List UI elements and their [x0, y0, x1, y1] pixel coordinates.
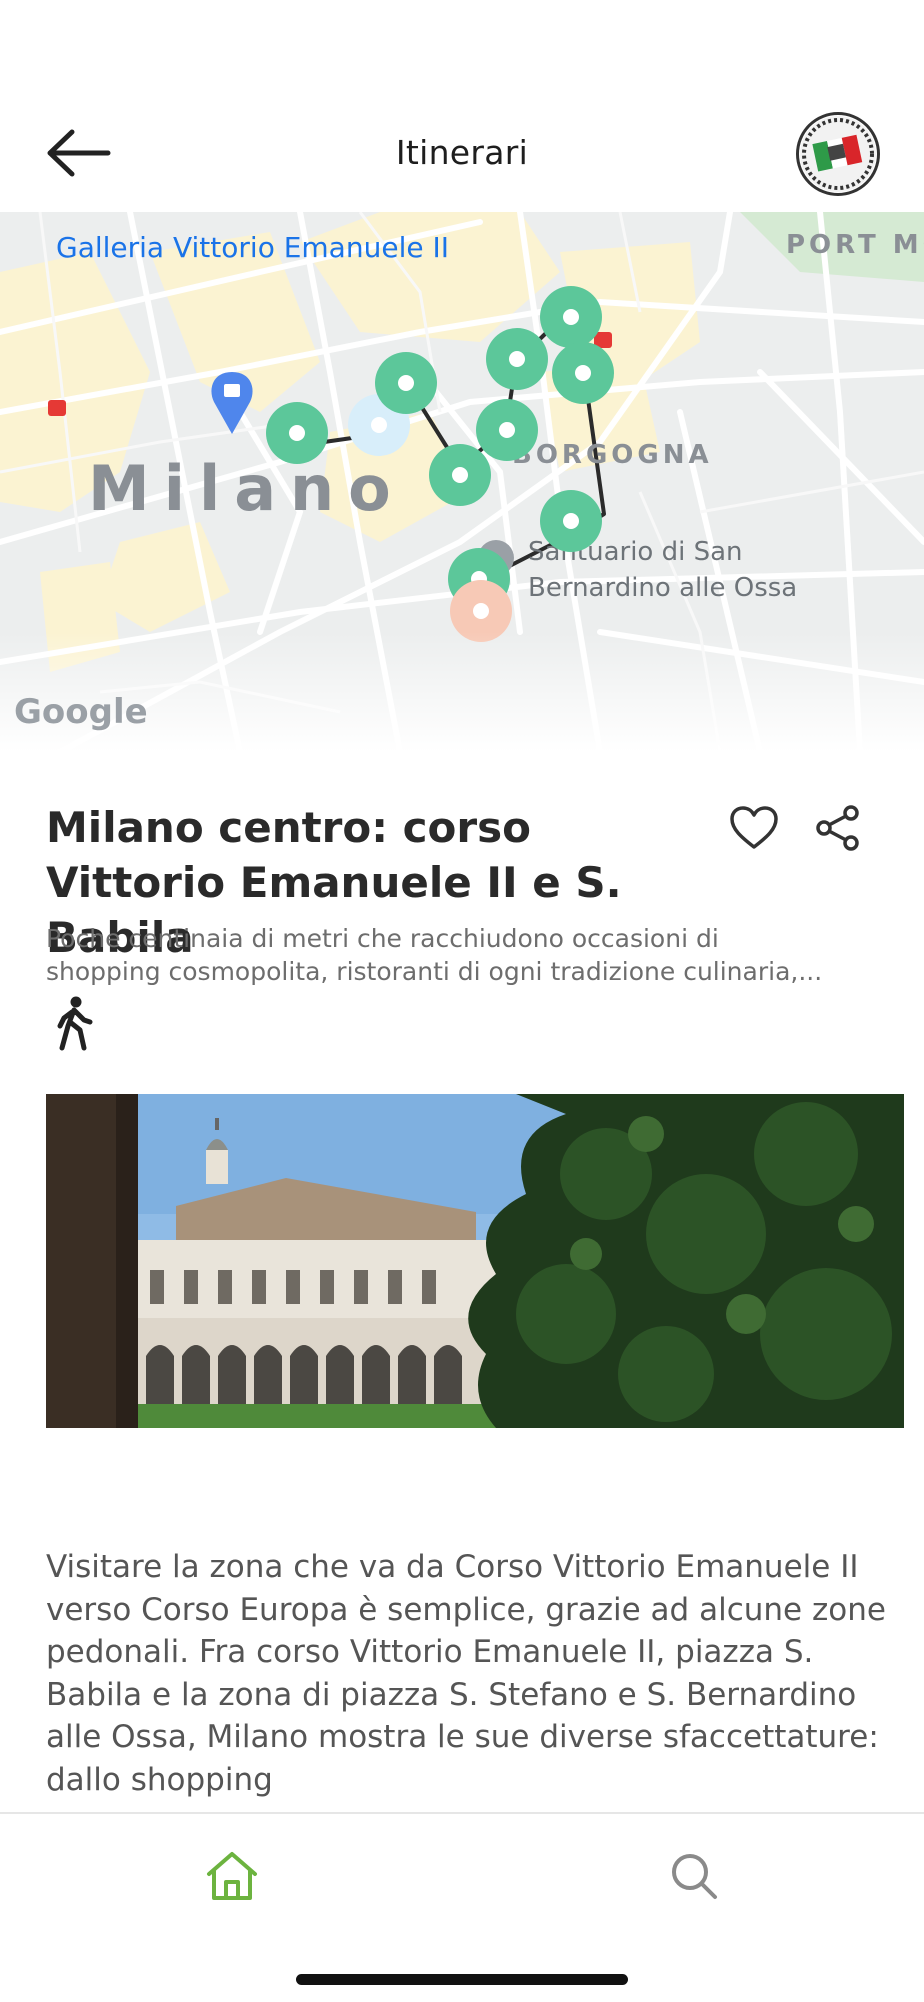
- route-stop-pin[interactable]: [266, 402, 328, 464]
- route-map[interactable]: Galleria Vittorio Emanuele II Milano BOR…: [0, 212, 924, 752]
- favorite-button[interactable]: [726, 800, 782, 856]
- route-stop-pin[interactable]: [486, 328, 548, 390]
- route-stop-pin[interactable]: [552, 342, 614, 404]
- google-attribution: Google: [14, 692, 148, 732]
- home-icon: [207, 1852, 257, 1900]
- itinerary-description: Poche centinaia di metri che racchiudono…: [46, 922, 876, 988]
- app-header: Itinerari: [0, 0, 924, 212]
- nav-home-button[interactable]: [200, 1844, 264, 1908]
- share-icon: [816, 805, 859, 851]
- italian-flag-badge-icon: [800, 116, 876, 192]
- page-title: Itinerari: [395, 133, 529, 172]
- photo-cloister-image: [46, 1094, 904, 1428]
- home-indicator: [296, 1974, 628, 1985]
- search-icon: [672, 1854, 717, 1899]
- description-line: Poche centinaia di metri che racchiudono…: [46, 924, 719, 953]
- nav-search-button[interactable]: [662, 1844, 726, 1908]
- route-stop-pin[interactable]: [540, 490, 602, 552]
- map-label-city: Milano: [88, 452, 405, 525]
- description-line: shopping cosmopolita, ristoranti di ogni…: [46, 957, 823, 986]
- bottom-navigation: [0, 1812, 924, 2002]
- route-stop-pin[interactable]: [540, 286, 602, 348]
- share-button[interactable]: [810, 800, 866, 856]
- route-end-pin[interactable]: [450, 580, 512, 642]
- route-stop-pin[interactable]: [476, 399, 538, 461]
- walking-icon: [57, 996, 93, 1051]
- itinerary-photo: [46, 1094, 904, 1428]
- map-label-porta: PORT MONFO: [786, 230, 924, 260]
- map-label-district: BORGOGNA: [512, 440, 713, 470]
- route-stop-pin[interactable]: [375, 352, 437, 414]
- profile-button[interactable]: [796, 112, 880, 196]
- route-stop-pin[interactable]: [429, 444, 491, 506]
- map-label-galleria: Galleria Vittorio Emanuele II: [56, 231, 449, 264]
- itinerary-body-text: Visitare la zona che va da Corso Vittori…: [46, 1549, 886, 1798]
- heart-icon: [730, 806, 778, 849]
